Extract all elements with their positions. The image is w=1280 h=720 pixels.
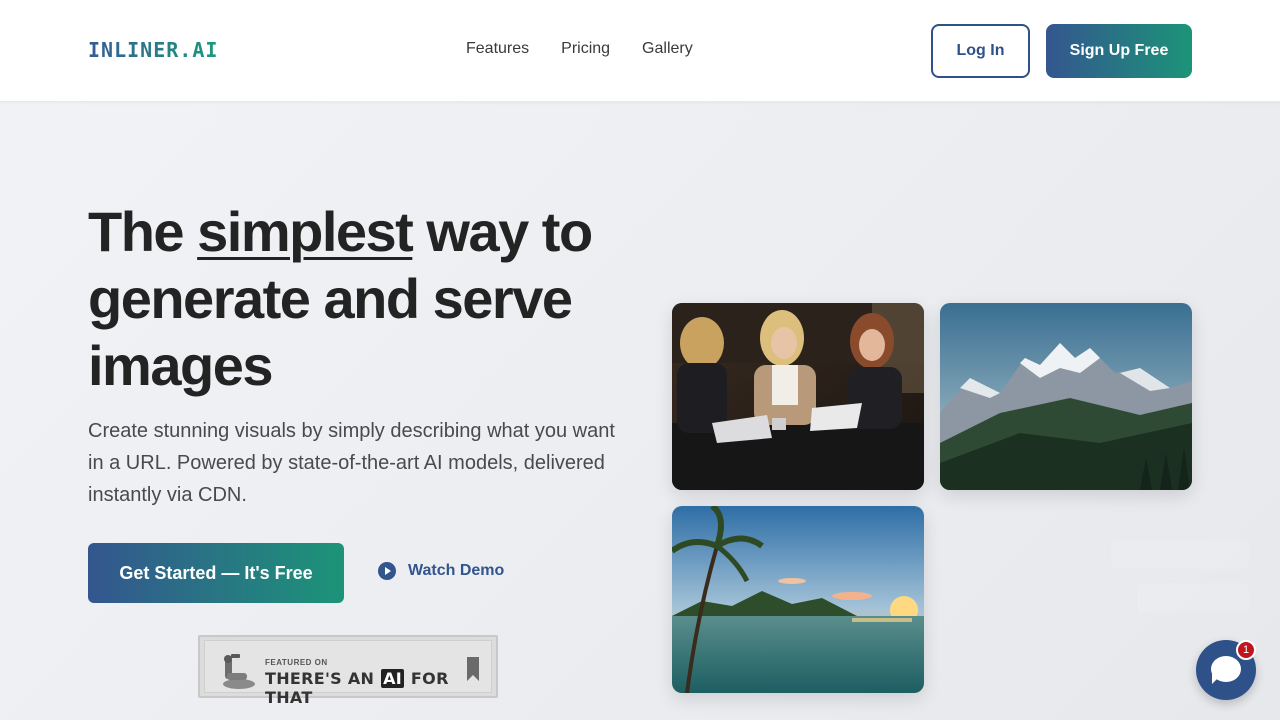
hero-headline: The simplest way to generate and serve i… [88,198,648,399]
ghost-panel-top [1110,538,1250,570]
mountain-image [940,303,1192,490]
signup-button[interactable]: Sign Up Free [1046,24,1192,78]
featured-badge[interactable]: FEATURED ON THERE'S AN AI FOR THAT [198,635,498,707]
ghost-panel-bottom [1136,582,1250,614]
login-button[interactable]: Log In [931,24,1030,78]
badge-small-text: FEATURED ON [265,658,328,667]
main-nav: Features Pricing Gallery [466,40,725,58]
logo[interactable]: INLINER.AI [88,38,218,62]
badge-title-start: THERE'S AN [265,669,381,688]
badge-ai-mark: AI [381,669,405,688]
headline-emphasis: simplest [197,200,414,263]
headline-start: The [88,200,198,263]
badge-title: THERE'S AN AI FOR THAT [265,669,491,707]
site-header: INLINER.AI Features Pricing Gallery Log … [0,0,1280,102]
chat-unread-badge: 1 [1236,640,1256,660]
badge-panel: FEATURED ON THERE'S AN AI FOR THAT [204,640,492,707]
nav-features[interactable]: Features [466,40,529,58]
business-meeting-image [672,303,924,490]
get-started-button[interactable]: Get Started — It's Free [88,543,344,603]
nav-gallery[interactable]: Gallery [642,40,693,58]
nav-pricing[interactable]: Pricing [561,40,610,58]
watch-demo-link[interactable]: Watch Demo [378,562,504,580]
chat-bubble-tail [1212,674,1222,684]
robot-arm-icon [223,654,255,689]
watch-demo-label: Watch Demo [408,562,505,579]
play-icon [378,562,396,580]
tropical-sunset-image [672,506,924,693]
hero-subtext: Create stunning visuals by simply descri… [88,420,615,506]
